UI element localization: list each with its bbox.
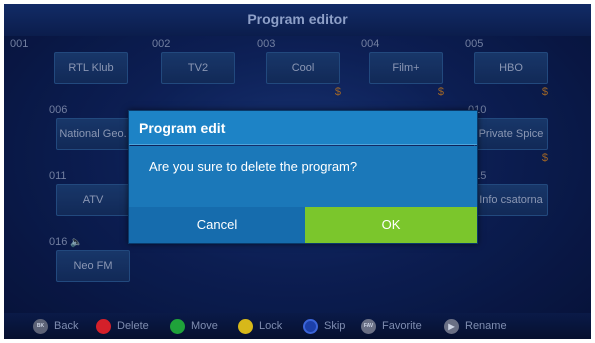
play-key-icon: ▶ (444, 318, 459, 334)
program-edit-dialog: Program edit Are you sure to delete the … (128, 110, 478, 244)
footer-back[interactable]: BK Back (33, 318, 78, 334)
footer-label: Skip (324, 320, 346, 332)
page-title: Program editor (247, 11, 348, 27)
dialog-button-row: Cancel OK (129, 207, 477, 243)
red-key-icon (96, 318, 111, 334)
dialog-title: Program edit (129, 111, 477, 145)
footer-label: Favorite (382, 320, 422, 332)
cancel-button[interactable]: Cancel (129, 207, 305, 243)
key-legend-bar: BK Back Delete Move Lock Skip FAV Favori… (4, 313, 591, 339)
blue-key-icon (303, 318, 318, 334)
footer-label: Back (54, 320, 79, 332)
footer-rename[interactable]: ▶ Rename (444, 318, 507, 334)
yellow-key-icon (238, 318, 253, 334)
footer-label: Move (191, 320, 218, 332)
footer-label: Delete (117, 320, 149, 332)
back-key-icon: BK (33, 318, 48, 334)
tv-screen: Program editor 001 RTL Klub 002 TV2 003 … (4, 4, 591, 339)
footer-lock[interactable]: Lock (238, 318, 282, 334)
green-key-icon (170, 318, 185, 334)
footer-skip[interactable]: Skip (303, 318, 345, 334)
footer-label: Lock (259, 320, 283, 332)
title-bar: Program editor (4, 4, 591, 36)
dialog-message: Are you sure to delete the program? (129, 146, 477, 207)
footer-label: Rename (465, 320, 507, 332)
footer-move[interactable]: Move (170, 318, 218, 334)
footer-favorite[interactable]: FAV Favorite (361, 318, 422, 334)
footer-delete[interactable]: Delete (96, 318, 149, 334)
fav-key-icon: FAV (361, 318, 376, 334)
ok-button[interactable]: OK (305, 207, 477, 243)
